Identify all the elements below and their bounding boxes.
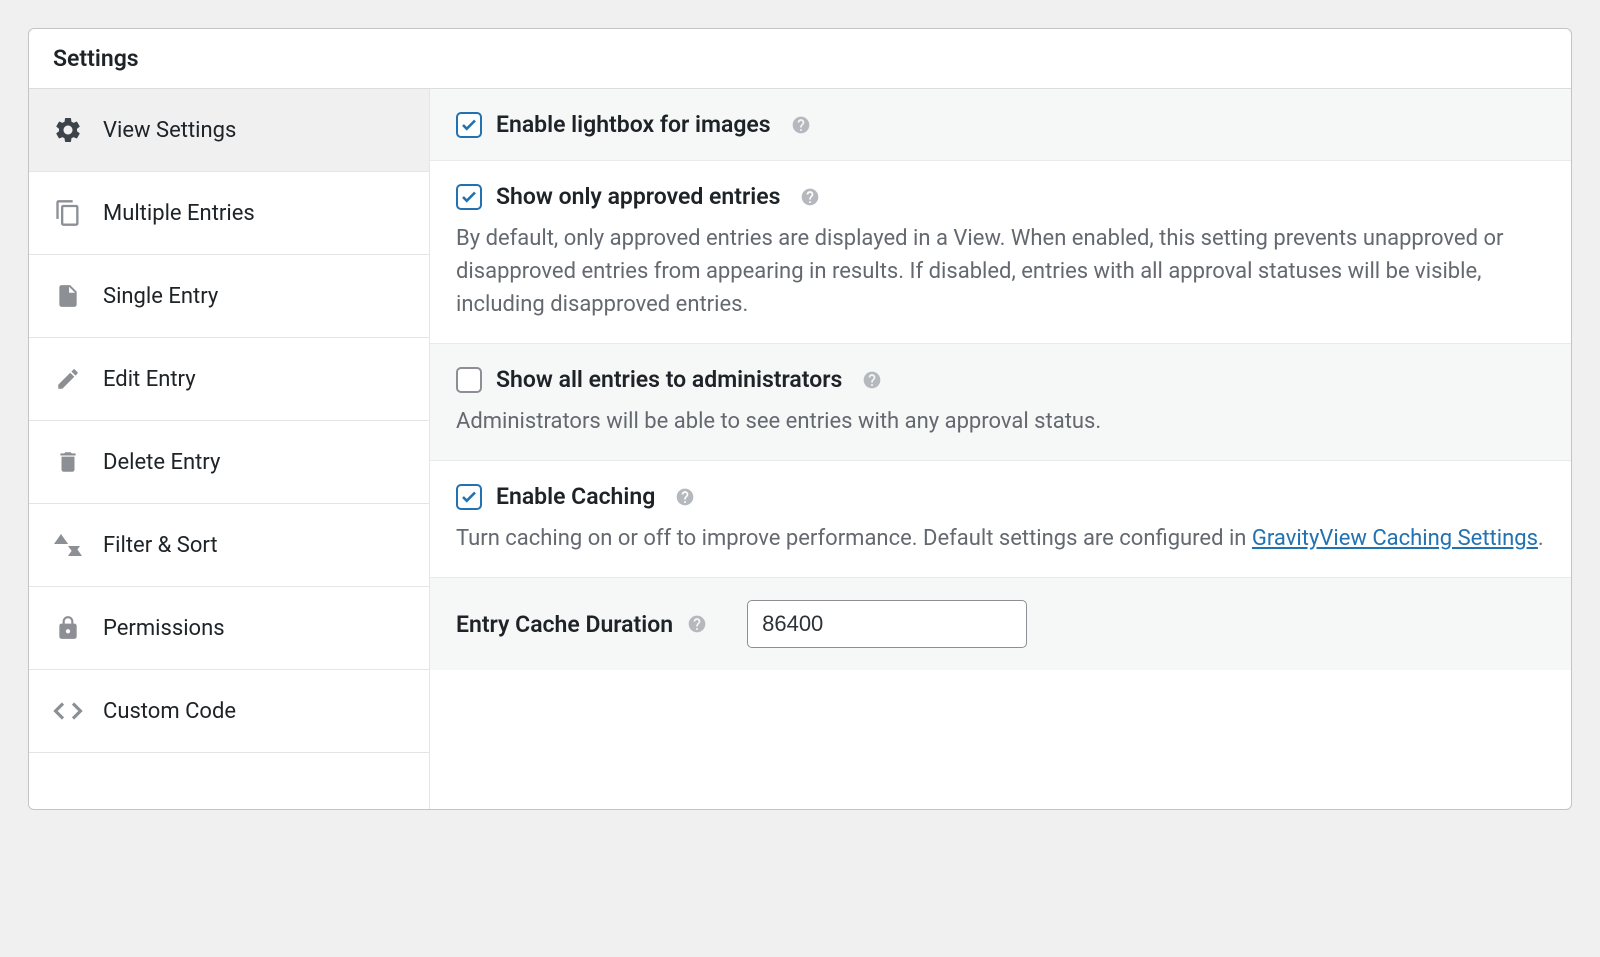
settings-sidebar: View Settings Multiple Entries Single En… [29,89,429,809]
approved-checkbox[interactable] [456,184,482,210]
sidebar-item-permissions[interactable]: Permissions [29,587,429,670]
help-icon[interactable] [862,370,882,390]
sidebar-item-label: Single Entry [103,284,218,309]
sidebar-item-label: Multiple Entries [103,201,255,226]
sidebar-item-multiple-entries[interactable]: Multiple Entries [29,172,429,255]
admin-all-description: Administrators will be able to see entri… [456,405,1545,438]
panel-title: Settings [29,29,1571,89]
setting-caching: Enable Caching Turn caching on or off to… [430,461,1571,578]
admin-all-checkbox[interactable] [456,367,482,393]
sidebar-item-label: View Settings [103,118,236,143]
setting-lightbox: Enable lightbox for images [430,89,1571,161]
sidebar-item-view-settings[interactable]: View Settings [29,89,429,172]
panel-body: View Settings Multiple Entries Single En… [29,89,1571,809]
sidebar-item-label: Permissions [103,616,225,641]
settings-panel: Settings View Settings Multiple Entries … [28,28,1572,810]
setting-cache-duration: Entry Cache Duration [430,578,1571,670]
gear-icon [53,115,83,145]
caching-label: Enable Caching [496,483,655,510]
sidebar-item-custom-code[interactable]: Custom Code [29,670,429,753]
help-icon[interactable] [800,187,820,207]
admin-all-label: Show all entries to administrators [496,366,842,393]
code-icon [53,696,83,726]
sidebar-item-label: Filter & Sort [103,533,218,558]
pencil-icon [53,364,83,394]
sort-icon [53,530,83,560]
lightbox-label: Enable lightbox for images [496,111,771,138]
caching-checkbox[interactable] [456,484,482,510]
sidebar-item-label: Edit Entry [103,367,196,392]
copies-icon [53,198,83,228]
help-icon[interactable] [791,115,811,135]
caching-description: Turn caching on or off to improve perfor… [456,522,1545,555]
sidebar-item-filter-sort[interactable]: Filter & Sort [29,504,429,587]
help-icon[interactable] [687,614,707,634]
help-icon[interactable] [675,487,695,507]
sidebar-item-delete-entry[interactable]: Delete Entry [29,421,429,504]
lock-icon [53,613,83,643]
sidebar-item-single-entry[interactable]: Single Entry [29,255,429,338]
cache-duration-label: Entry Cache Duration [456,611,673,638]
setting-approved: Show only approved entries By default, o… [430,161,1571,344]
settings-content: Enable lightbox for images Show only app… [429,89,1571,809]
caching-settings-link[interactable]: GravityView Caching Settings [1252,526,1538,551]
approved-label: Show only approved entries [496,183,780,210]
file-icon [53,281,83,311]
trash-icon [53,447,83,477]
lightbox-checkbox[interactable] [456,112,482,138]
sidebar-item-label: Custom Code [103,699,236,724]
sidebar-item-edit-entry[interactable]: Edit Entry [29,338,429,421]
approved-description: By default, only approved entries are di… [456,222,1545,321]
setting-admin-all: Show all entries to administrators Admin… [430,344,1571,461]
sidebar-item-label: Delete Entry [103,450,220,475]
cache-duration-input[interactable] [747,600,1027,648]
